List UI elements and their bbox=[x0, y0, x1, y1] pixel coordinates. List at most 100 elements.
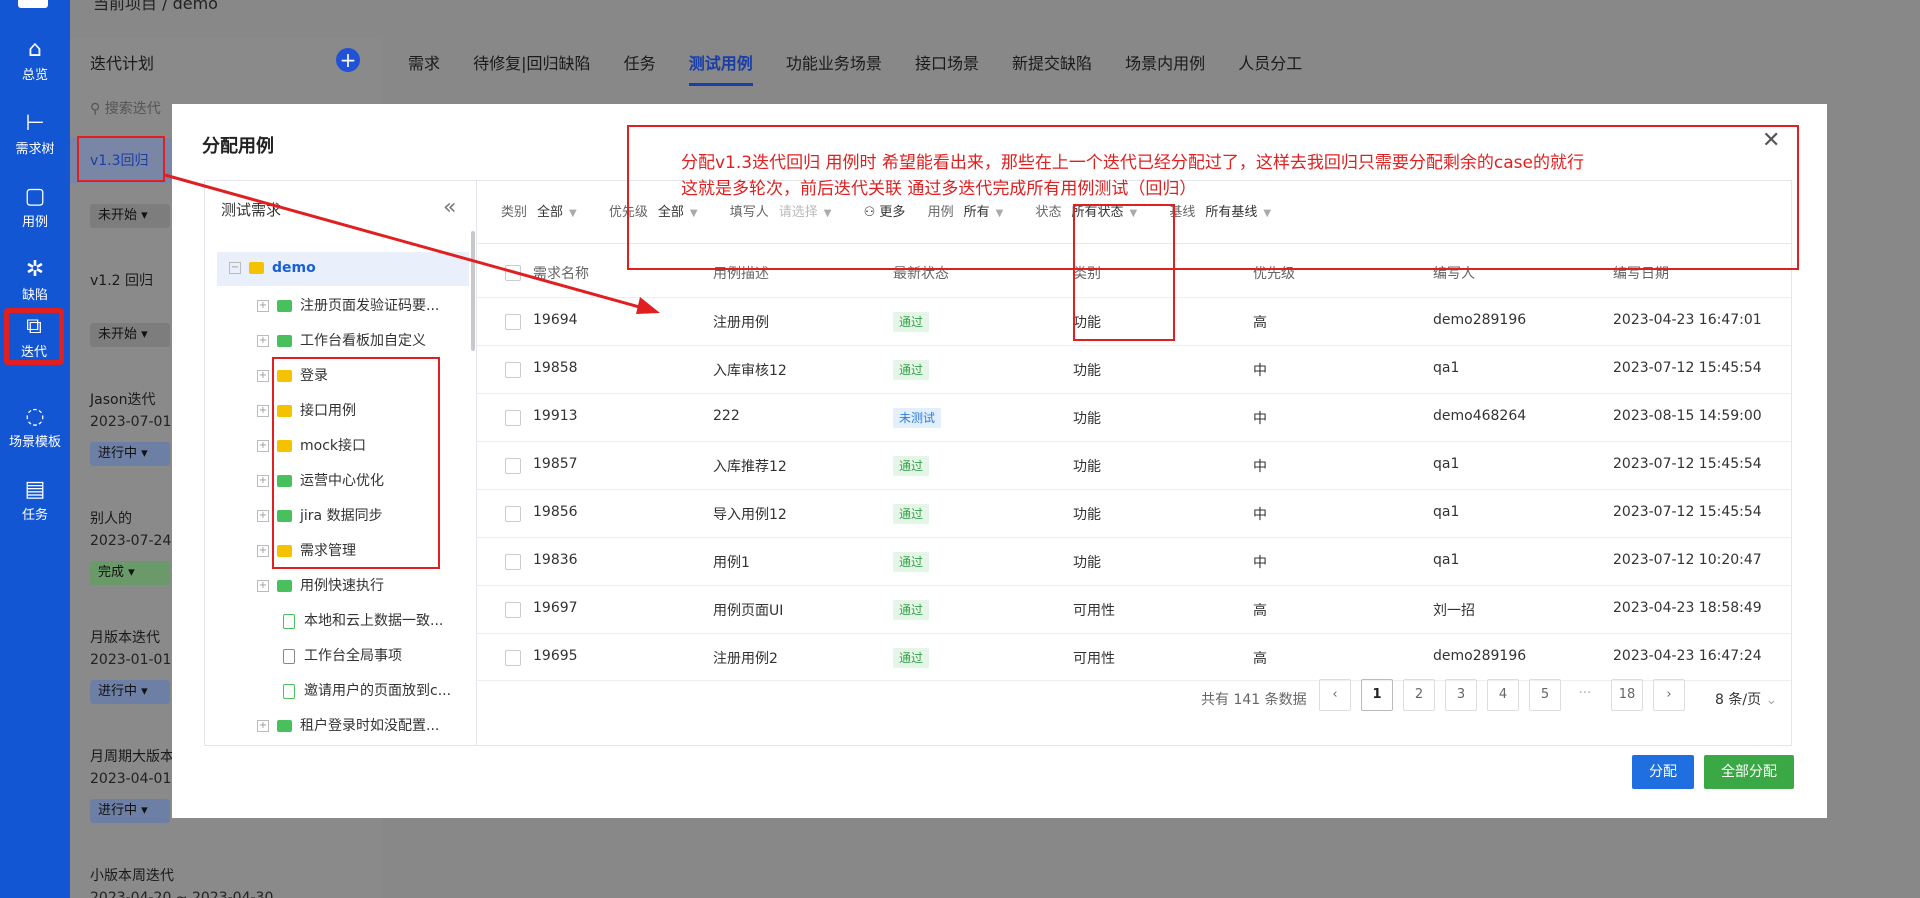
iteration-item-name[interactable]: 别人的 bbox=[90, 508, 132, 528]
cell-priority: 高 bbox=[1253, 651, 1267, 667]
iteration-status[interactable]: 进行中 ▾ bbox=[90, 799, 170, 823]
assign-all-button[interactable]: 全部分配 bbox=[1704, 755, 1794, 789]
table-row[interactable]: 19695 注册用例2 通过 可用性 高 demo289196 2023-04-… bbox=[477, 633, 1791, 681]
tree-node[interactable]: + 注册页面发验证码要... bbox=[257, 295, 439, 315]
page-size-select[interactable]: 8 条/页 ⌄ bbox=[1715, 689, 1777, 709]
cell-id: 19856 bbox=[533, 504, 578, 520]
table-row[interactable]: 19697 用例页面UI 通过 可用性 高 刘一招 2023-04-23 18:… bbox=[477, 585, 1791, 633]
nav-overview[interactable]: ⌂ 总览 bbox=[0, 36, 70, 83]
assign-button[interactable]: 分配 bbox=[1632, 755, 1694, 789]
tab-requirements[interactable]: 需求 bbox=[408, 54, 440, 73]
page-button[interactable]: 2 bbox=[1403, 679, 1435, 711]
iteration-status[interactable]: 进行中 ▾ bbox=[90, 680, 170, 704]
tab-scenario-cases[interactable]: 场景内用例 bbox=[1125, 54, 1205, 73]
expand-icon: + bbox=[257, 510, 269, 522]
cell-status: 通过 bbox=[893, 456, 930, 476]
tab-tasks[interactable]: 任务 bbox=[624, 54, 656, 73]
select-all-checkbox[interactable] bbox=[505, 265, 521, 281]
cell-id: 19858 bbox=[533, 360, 578, 376]
annotation-box-iteration bbox=[77, 136, 165, 182]
iteration-status[interactable]: 未开始 ▾ bbox=[90, 204, 170, 228]
iteration-search-input[interactable]: ⚲ 搜索迭代 bbox=[90, 98, 161, 118]
cell-desc: 入库推荐12 bbox=[713, 459, 787, 475]
cell-category: 可用性 bbox=[1073, 603, 1115, 619]
cell-status: 通过 bbox=[893, 504, 930, 524]
row-checkbox[interactable] bbox=[505, 650, 521, 666]
tree-node[interactable]: + 工作台看板加自定义 bbox=[257, 330, 426, 350]
iteration-status[interactable]: 未开始 ▾ bbox=[90, 323, 170, 347]
cell-date: 2023-07-12 15:45:54 bbox=[1613, 360, 1762, 376]
tab-regression-bugs[interactable]: 待修复|回归缺陷 bbox=[473, 54, 590, 73]
tab-new-bugs[interactable]: 新提交缺陷 bbox=[1012, 54, 1092, 73]
nav-cases[interactable]: ▢ 用例 bbox=[0, 183, 70, 230]
category-select[interactable]: 全部 bbox=[537, 205, 563, 220]
iteration-panel-title: 迭代计划 bbox=[90, 54, 155, 73]
add-iteration-button[interactable]: + bbox=[336, 48, 360, 72]
row-checkbox[interactable] bbox=[505, 506, 521, 522]
table-row[interactable]: 19856 导入用例12 通过 功能 中 qa1 2023-07-12 15:4… bbox=[477, 489, 1791, 537]
cell-date: 2023-04-23 16:47:01 bbox=[1613, 312, 1762, 328]
page-ellipsis[interactable]: ··· bbox=[1569, 679, 1601, 711]
page-button[interactable]: 4 bbox=[1487, 679, 1519, 711]
expand-icon: + bbox=[257, 475, 269, 487]
cell-category: 功能 bbox=[1073, 555, 1101, 571]
expand-icon: + bbox=[257, 335, 269, 347]
next-page-icon[interactable]: › bbox=[1653, 679, 1685, 711]
tree-node[interactable]: + 租户登录时如没配置... bbox=[257, 715, 439, 735]
expand-icon: + bbox=[257, 370, 269, 382]
document-icon bbox=[283, 613, 295, 629]
nav-tasks[interactable]: ▤ 任务 bbox=[0, 476, 70, 523]
cell-date: 2023-04-23 18:58:49 bbox=[1613, 600, 1762, 616]
table-row[interactable]: 19913 222 未测试 功能 中 demo468264 2023-08-15… bbox=[477, 393, 1791, 441]
iteration-item-name[interactable]: 小版本周迭代 bbox=[90, 865, 174, 885]
table-row[interactable]: 19857 入库推荐12 通过 功能 中 qa1 2023-07-12 15:4… bbox=[477, 441, 1791, 489]
row-checkbox[interactable] bbox=[505, 458, 521, 474]
status-badge: 通过 bbox=[893, 552, 930, 572]
prev-page-icon[interactable]: ‹ bbox=[1319, 679, 1351, 711]
iteration-item-name[interactable]: Jason迭代 bbox=[90, 389, 155, 409]
cell-priority: 中 bbox=[1253, 363, 1267, 379]
tree-scrollbar[interactable] bbox=[471, 231, 475, 351]
status-badge: 通过 bbox=[893, 600, 930, 620]
tab-business-scenarios[interactable]: 功能业务场景 bbox=[786, 54, 882, 73]
table-row[interactable]: 19858 入库审核12 通过 功能 中 qa1 2023-07-12 15:4… bbox=[477, 345, 1791, 393]
cell-id: 19857 bbox=[533, 456, 578, 472]
folder-icon bbox=[277, 720, 292, 732]
iteration-status[interactable]: 完成 ▾ bbox=[90, 561, 170, 585]
cell-desc: 入库审核12 bbox=[713, 363, 787, 379]
row-checkbox[interactable] bbox=[505, 314, 521, 330]
row-checkbox[interactable] bbox=[505, 410, 521, 426]
nav-requirement-tree[interactable]: ⊢ 需求树 bbox=[0, 110, 70, 157]
cell-id: 19836 bbox=[533, 552, 578, 568]
tree-node[interactable]: 本地和云上数据一致... bbox=[283, 610, 443, 630]
chevron-down-icon: ⌄ bbox=[1761, 692, 1778, 708]
tab-staffing[interactable]: 人员分工 bbox=[1238, 54, 1302, 73]
iteration-item-name[interactable]: 月周期大版本 bbox=[90, 746, 174, 766]
page-button[interactable]: 1 bbox=[1361, 679, 1393, 711]
collapse-panel-icon[interactable]: « bbox=[443, 195, 456, 220]
iteration-status[interactable]: 进行中 ▾ bbox=[90, 442, 170, 466]
cell-priority: 中 bbox=[1253, 507, 1267, 523]
page-button[interactable]: 18 bbox=[1611, 679, 1643, 711]
nav-scenario-template[interactable]: ◌ 场景模板 bbox=[0, 403, 70, 450]
tab-api-scenarios[interactable]: 接口场景 bbox=[915, 54, 979, 73]
tab-test-cases[interactable]: 测试用例 bbox=[688, 54, 753, 86]
nav-iteration[interactable]: ⧉ 迭代 bbox=[4, 308, 64, 365]
row-checkbox[interactable] bbox=[505, 362, 521, 378]
iteration-item-name[interactable]: v1.2 回归 bbox=[90, 270, 153, 290]
tree-node[interactable]: 工作台全局事项 bbox=[283, 645, 402, 665]
iteration-item-name[interactable]: 月版本迭代 bbox=[90, 627, 160, 647]
row-checkbox[interactable] bbox=[505, 602, 521, 618]
page-button[interactable]: 5 bbox=[1529, 679, 1561, 711]
row-checkbox[interactable] bbox=[505, 554, 521, 570]
status-badge: 通过 bbox=[893, 504, 930, 524]
chevron-down-icon: ▼ bbox=[569, 208, 577, 219]
cell-desc: 导入用例12 bbox=[713, 507, 787, 523]
tree-node[interactable]: + 用例快速执行 bbox=[257, 575, 384, 595]
cell-date: 2023-07-12 10:20:47 bbox=[1613, 552, 1762, 568]
table-row[interactable]: 19836 用例1 通过 功能 中 qa1 2023-07-12 10:20:4… bbox=[477, 537, 1791, 585]
tree-node-root[interactable]: − demo bbox=[229, 260, 316, 276]
page-button[interactable]: 3 bbox=[1445, 679, 1477, 711]
tree-node[interactable]: 邀请用户的页面放到c... bbox=[283, 680, 451, 700]
nav-bugs[interactable]: ✲ 缺陷 bbox=[0, 256, 70, 303]
